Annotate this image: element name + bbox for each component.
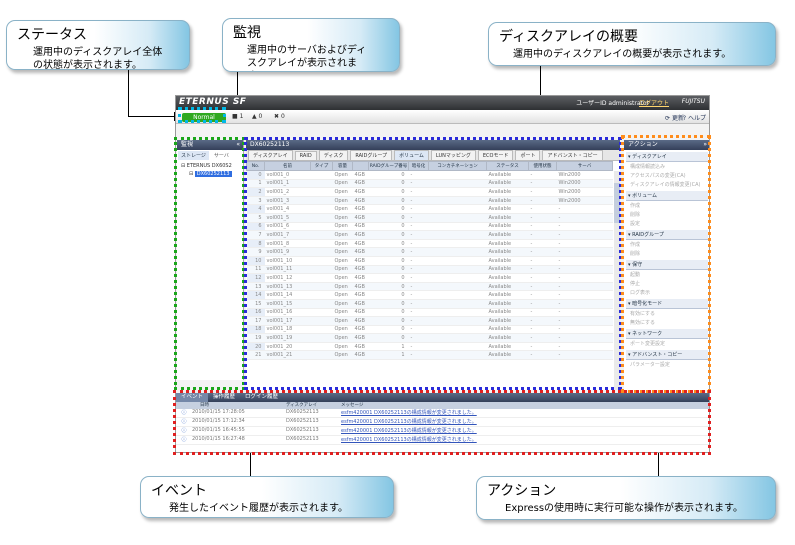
help-button[interactable]: ? ヘルプ [683,113,706,122]
refresh-button[interactable]: ⟳ 更新 [665,113,684,122]
callout-overview-title: ディスクアレイの概要 [499,29,639,45]
callout-status-desc: 運用中のディスクアレイ全体の状態が表示されます。 [33,47,163,70]
count-3: ✖ 0 [274,113,285,120]
callout-overview: ディスクアレイの概要 運用中のディスクアレイの概要が表示されます。 [488,22,776,66]
callout-status: ステータス 運用中のディスクアレイ全体の状態が表示されます。 [6,20,190,70]
status-bar: Normal ■ 1 ▲ 0 ✖ 0 ⟳ 更新 ? ヘルプ [176,110,709,124]
count-2: ▲ 0 [252,113,263,120]
callout-monitor: 監視 運用中のサーバおよびディスクアレイが表示されます。 [222,18,400,72]
callout-action: アクション Expressの使用時に実行可能な操作が表示されます。 [476,476,776,520]
callout-monitor-desc: 運用中のサーバおよびディスクアレイが表示されます。 [247,45,367,69]
callout-event-title: イベント [151,483,207,499]
frame-status [178,107,226,123]
logout-link[interactable]: ログアウト [639,98,669,107]
callout-overview-desc: 運用中のディスクアレイの概要が表示されます。 [513,49,732,60]
brand-logo: FUJITSU [681,98,705,105]
app-logo: ETERNUS SF [179,97,247,107]
app-header: ETERNUS SF ユーザーID administrator ログアウト FU… [176,96,709,110]
frame-event [173,390,711,455]
callout-monitor-title: 監視 [233,25,261,41]
callout-event: イベント 発生したイベント履歴が表示されます。 [140,476,394,518]
count-1: ■ 1 [232,113,244,120]
frame-overview [244,137,622,390]
frame-action [621,135,711,393]
leader-status-h [128,116,178,117]
callout-action-title: アクション [487,483,557,499]
leader-status [128,70,129,117]
callout-action-desc: Expressの使用時に実行可能な操作が表示されます。 [505,503,744,514]
callout-event-desc: 発生したイベント履歴が表示されます。 [169,503,348,514]
frame-monitor [174,137,245,390]
callout-status-title: ステータス [17,27,87,43]
